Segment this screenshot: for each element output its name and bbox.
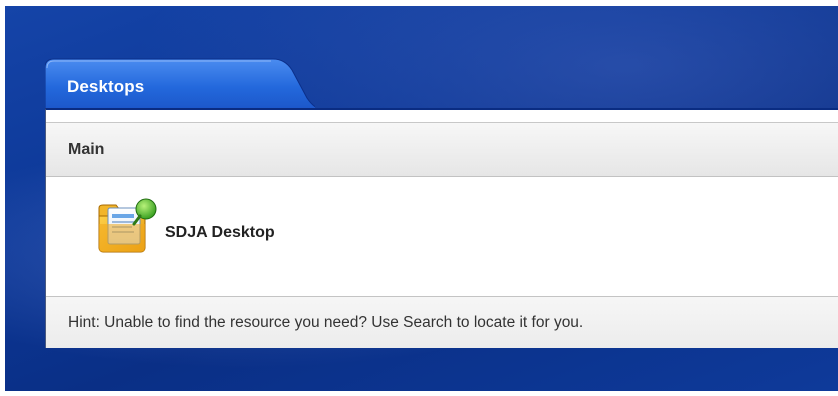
hint-text: Hint: Unable to find the resource you ne…	[68, 314, 584, 331]
screenshot-frame: Desktops Main SDJA Desktop Hint: Unable …	[0, 0, 838, 396]
desktop-folder-shortcut-icon	[98, 198, 157, 253]
section-body: SDJA Desktop	[46, 177, 838, 296]
resource-sdja-desktop[interactable]: SDJA Desktop	[96, 196, 356, 256]
section-title: Main	[68, 141, 105, 158]
section-header-main[interactable]: Main	[46, 122, 838, 177]
hint-bar: Hint: Unable to find the resource you ne…	[46, 296, 838, 348]
tab-desktops-label: Desktops	[67, 77, 145, 96]
resource-label: SDJA Desktop	[165, 224, 275, 241]
resource-panel: Main SDJA Desktop Hint: Unable to find t…	[45, 108, 838, 348]
